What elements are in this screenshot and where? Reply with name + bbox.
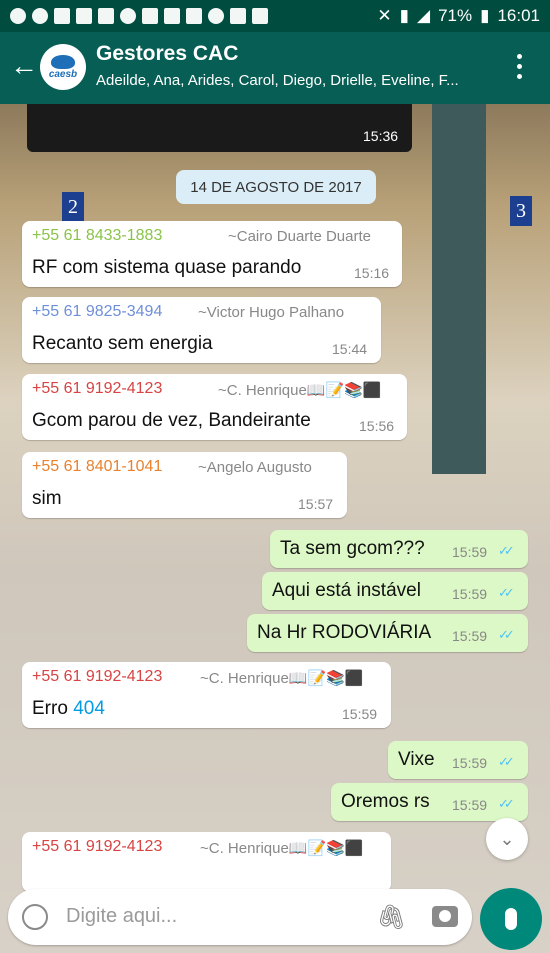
facebook-icon [164, 8, 180, 24]
message-time: 15:56 [359, 418, 395, 434]
sender-phone[interactable]: +55 61 9192-4123 [32, 668, 162, 686]
background-sign: 2 [62, 192, 84, 222]
background-pillar [432, 104, 486, 474]
scroll-down-button[interactable]: ⌄ [486, 818, 528, 860]
message-text-prefix: Erro [32, 698, 68, 719]
sender-name: ~Victor Hugo Palhano [198, 304, 345, 321]
message-time: 15:59 [452, 544, 488, 560]
sender-phone[interactable]: +55 61 8401-1041 [32, 458, 162, 476]
signal-icon: ◢ [416, 6, 431, 25]
media-message[interactable]: 15:36 [27, 104, 412, 152]
read-receipt-icon: ✓✓ [498, 754, 515, 769]
clock: 16:01 [497, 6, 540, 25]
message-text: Ta sem gcom??? [280, 538, 425, 559]
date-divider: 14 DE AGOSTO DE 2017 [176, 170, 376, 204]
facebook-icon [98, 8, 114, 24]
message-time: 15:57 [298, 496, 334, 512]
system-status: ✕ ▮ ◢ 71% ▮ 16:01 [377, 6, 540, 26]
notification-icons [10, 8, 268, 24]
status-bar: ✕ ▮ ◢ 71% ▮ 16:01 [0, 0, 550, 32]
message-text: Vixe [398, 749, 435, 770]
emoji-icon[interactable] [22, 904, 48, 930]
overflow-menu-icon[interactable] [512, 54, 526, 84]
sender-name: ~C. Henrique📖📝📚⬛ [218, 382, 382, 399]
avatar-label: caesb [48, 68, 78, 80]
chat-header: ← caesb Gestores CAC Adeilde, Ana, Aride… [0, 32, 550, 104]
message-text: Erro 404 [32, 698, 105, 720]
person-icon [32, 8, 48, 24]
message-bubble[interactable]: +55 61 9192-4123 ~C. Henrique📖📝📚⬛ Erro 4… [22, 662, 391, 728]
read-receipt-icon: ✓✓ [498, 796, 515, 811]
message-text: Gcom parou de vez, Bandeirante [32, 410, 311, 431]
outgoing-message-bubble[interactable]: Vixe 15:59 ✓✓ [388, 741, 528, 779]
message-time: 15:59 [452, 586, 488, 602]
message-time: 15:59 [452, 755, 488, 771]
instagram-icon [252, 8, 268, 24]
outgoing-message-bubble[interactable]: Na Hr RODOVIÁRIA 15:59 ✓✓ [247, 614, 528, 652]
back-arrow-icon[interactable]: ← [10, 52, 38, 80]
message-time: 15:16 [354, 265, 390, 281]
message-text: sim [32, 488, 62, 509]
sender-phone[interactable]: +55 61 8433-1883 [32, 227, 162, 245]
caesb-logo-icon [51, 54, 75, 69]
mute-icon: ✕ [377, 6, 392, 25]
message-time: 15:44 [332, 341, 368, 357]
mic-button[interactable] [480, 888, 542, 950]
image-icon [230, 8, 246, 24]
facebook-icon [76, 8, 92, 24]
group-title[interactable]: Gestores CAC [96, 42, 238, 66]
group-avatar[interactable]: caesb [40, 44, 86, 90]
youtube-icon [186, 8, 202, 24]
outgoing-message-bubble[interactable]: Ta sem gcom??? 15:59 ✓✓ [270, 530, 528, 568]
sender-phone[interactable]: +55 61 9192-4123 [32, 838, 162, 856]
background-sign: 3 [510, 196, 532, 226]
person-icon [120, 8, 136, 24]
message-text: Na Hr RODOVIÁRIA [257, 622, 432, 643]
person-icon [10, 8, 26, 24]
message-text: Aqui está instável [272, 580, 421, 601]
sender-phone[interactable]: +55 61 9825-3494 [32, 303, 162, 321]
message-bubble[interactable]: +55 61 9192-4123 ~C. Henrique📖📝📚⬛ Gcom p… [22, 374, 407, 440]
message-time: 15:36 [363, 128, 399, 144]
battery-level: 71% [438, 6, 473, 25]
facebook-icon [142, 8, 158, 24]
whatsapp-icon [208, 8, 224, 24]
sender-name: ~Angelo Augusto [198, 459, 312, 476]
message-bubble[interactable]: +55 61 8401-1041 ~Angelo Augusto sim 15:… [22, 452, 347, 518]
attach-icon[interactable]: 🖇 [376, 903, 406, 932]
message-time: 15:59 [342, 706, 378, 722]
message-input[interactable]: Digite aqui... [66, 905, 177, 928]
double-chevron-down-icon: ⌄ [499, 828, 515, 849]
battery-icon: ▮ [480, 6, 490, 25]
sender-name: ~C. Henrique📖📝📚⬛ [200, 670, 364, 687]
message-composer: Digite aqui... 🖇 [8, 889, 472, 945]
message-link[interactable]: 404 [73, 698, 105, 719]
message-time: 15:59 [452, 628, 488, 644]
message-bubble[interactable]: +55 61 8433-1883 ~Cairo Duarte Duarte RF… [22, 221, 402, 287]
sender-name: ~Cairo Duarte Duarte [228, 228, 371, 245]
facebook-icon [54, 8, 70, 24]
message-text: RF com sistema quase parando [32, 257, 302, 278]
message-bubble[interactable]: +55 61 9825-3494 ~Victor Hugo Palhano Re… [22, 297, 381, 363]
camera-icon[interactable] [432, 906, 458, 927]
sender-phone[interactable]: +55 61 9192-4123 [32, 380, 162, 398]
group-participants[interactable]: Adeilde, Ana, Arides, Carol, Diego, Drie… [96, 72, 506, 89]
sender-name: ~C. Henrique📖📝📚⬛ [200, 840, 364, 857]
outgoing-message-bubble[interactable]: Aqui está instável 15:59 ✓✓ [262, 572, 528, 610]
chat-area[interactable]: 2 3 15:36 14 DE AGOSTO DE 2017 +55 61 84… [0, 104, 550, 953]
sim-icon: ▮ [399, 6, 409, 25]
message-time: 15:59 [452, 797, 488, 813]
read-receipt-icon: ✓✓ [498, 585, 515, 600]
message-bubble[interactable]: +55 61 9192-4123 ~C. Henrique📖📝📚⬛ [22, 832, 391, 892]
mic-icon [505, 908, 517, 930]
read-receipt-icon: ✓✓ [498, 543, 515, 558]
message-text: Recanto sem energia [32, 333, 213, 354]
outgoing-message-bubble[interactable]: Oremos rs 15:59 ✓✓ [331, 783, 528, 821]
read-receipt-icon: ✓✓ [498, 627, 515, 642]
message-text: Oremos rs [341, 791, 430, 812]
